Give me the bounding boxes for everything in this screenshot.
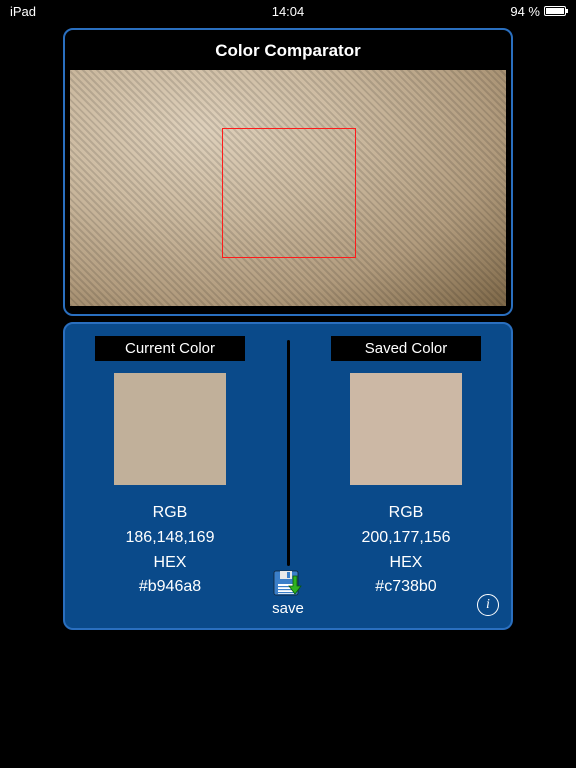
saved-rgb-label: RGB [311, 501, 501, 526]
camera-panel: Color Comparator [63, 28, 513, 316]
status-device: iPad [10, 4, 195, 19]
saved-rgb-value: 200,177,156 [311, 526, 501, 551]
current-color-swatch [114, 373, 226, 485]
saved-color-label: Saved Color [331, 336, 481, 361]
status-battery: 94 % [381, 4, 566, 19]
status-time: 14:04 [195, 4, 380, 19]
status-bar: iPad 14:04 94 % [0, 0, 576, 22]
saved-color-values: RGB 200,177,156 HEX #c738b0 [311, 501, 501, 600]
saved-hex-value: #c738b0 [311, 575, 501, 600]
current-hex-value: #b946a8 [75, 575, 265, 600]
save-icon [273, 570, 303, 598]
current-hex-label: HEX [75, 551, 265, 576]
app-title: Color Comparator [71, 36, 505, 66]
save-button[interactable]: save [272, 570, 304, 617]
column-divider [287, 340, 290, 566]
current-color-column: Current Color RGB 186,148,169 HEX #b946a… [75, 336, 265, 600]
current-color-label: Current Color [95, 336, 245, 361]
saved-color-swatch [350, 373, 462, 485]
current-color-values: RGB 186,148,169 HEX #b946a8 [75, 501, 265, 600]
sample-reticle [222, 128, 356, 258]
status-battery-text: 94 % [510, 4, 540, 19]
comparison-panel: Current Color RGB 186,148,169 HEX #b946a… [63, 322, 513, 630]
save-button-label: save [272, 600, 304, 617]
battery-icon [544, 6, 566, 16]
saved-hex-label: HEX [311, 551, 501, 576]
camera-view[interactable] [70, 70, 506, 306]
saved-color-column: Saved Color RGB 200,177,156 HEX #c738b0 [311, 336, 501, 600]
info-icon: i [486, 597, 490, 613]
current-rgb-label: RGB [75, 501, 265, 526]
current-rgb-value: 186,148,169 [75, 526, 265, 551]
